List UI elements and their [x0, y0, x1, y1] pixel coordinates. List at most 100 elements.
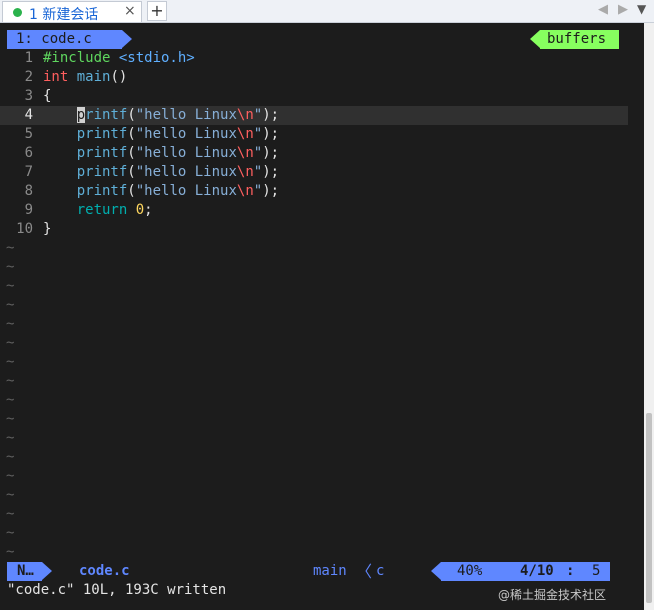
- scroll-tabs-left-icon[interactable]: ◀: [598, 2, 608, 17]
- status-position-block: 40% 4/10 : 5: [441, 562, 610, 581]
- empty-line-marker: ~: [6, 316, 15, 332]
- empty-line-marker: ~: [6, 525, 15, 541]
- session-tab[interactable]: 1 新建会话 ×: [2, 1, 142, 23]
- cursor-line[interactable]: 4 printf("hello Linux\n");: [0, 106, 628, 125]
- code-token: ": [253, 126, 263, 142]
- code-token: (): [110, 69, 128, 85]
- terminal-area[interactable]: 1: code.c buffers 1 #include <stdio.h> 2 in…: [0, 23, 654, 610]
- code-line[interactable]: 5 printf("hello Linux\n");: [0, 125, 628, 144]
- tab-menu-icon[interactable]: ▼: [637, 2, 646, 16]
- status-function-name: main: [313, 563, 347, 579]
- status-column: 5: [592, 563, 601, 579]
- code-token: }: [43, 221, 52, 237]
- line-number: 8: [24, 183, 33, 199]
- code-line[interactable]: 3{: [0, 87, 628, 106]
- code-token: (: [127, 145, 136, 161]
- code-token: );: [262, 164, 280, 180]
- line-text: {: [43, 87, 51, 106]
- status-file-name: code.c: [79, 563, 130, 579]
- status-line-position: 4/10: [520, 563, 554, 579]
- code-line[interactable]: 1 #include <stdio.h>: [0, 49, 628, 68]
- scroll-tabs-right-icon[interactable]: ▶: [618, 2, 628, 17]
- empty-line-marker: ~: [6, 297, 15, 313]
- mode-indicator: N…: [7, 562, 42, 581]
- line-text: }: [43, 220, 51, 239]
- empty-line: ~: [0, 296, 628, 315]
- code-token: ": [253, 145, 263, 161]
- line-number: 7: [24, 164, 33, 180]
- code-token: printf: [76, 164, 128, 180]
- empty-line-marker: ~: [6, 544, 15, 560]
- terminal-scrollbar[interactable]: [644, 23, 654, 610]
- line-number: 3: [24, 88, 33, 104]
- scrollbar-thumb[interactable]: [646, 413, 652, 603]
- code-token: int: [43, 69, 69, 85]
- code-token: "hello Linux: [135, 164, 237, 180]
- empty-line: ~: [0, 410, 628, 429]
- line-number: 6: [24, 145, 33, 161]
- code-line[interactable]: 6 printf("hello Linux\n");: [0, 144, 628, 163]
- code-token: printf: [76, 145, 128, 161]
- empty-line: ~: [0, 353, 628, 372]
- status-filetype: c: [376, 563, 385, 579]
- code-token: );: [262, 126, 280, 142]
- empty-line-marker: ~: [6, 278, 15, 294]
- line-text: printf("hello Linux\n");: [43, 182, 279, 201]
- vim-tabline: 1: code.c buffers: [0, 30, 628, 49]
- status-dot-icon: [13, 8, 22, 17]
- line-text: int main(): [43, 68, 127, 87]
- empty-line: ~: [0, 315, 628, 334]
- empty-line: ~: [0, 524, 628, 543]
- code-token: \n: [236, 164, 254, 180]
- code-line[interactable]: 9 return 0;: [0, 201, 628, 220]
- code-token: );: [262, 107, 280, 123]
- code-token: \n: [236, 107, 254, 123]
- line-number: 4: [24, 107, 33, 123]
- vim-statusline: N… code.c main 〈 c 40% 4/10 : 5: [0, 562, 628, 581]
- code-token: 0: [135, 202, 145, 218]
- vim-buffer-tab[interactable]: 1: code.c: [7, 30, 122, 49]
- code-token: ;: [144, 202, 153, 218]
- close-tab-icon[interactable]: ×: [124, 3, 136, 19]
- empty-line: ~: [0, 239, 628, 258]
- code-line[interactable]: 8 printf("hello Linux\n");: [0, 182, 628, 201]
- empty-line-marker: ~: [6, 354, 15, 370]
- new-tab-button[interactable]: +: [147, 1, 167, 21]
- code-token: ": [253, 183, 263, 199]
- code-token: return: [76, 202, 128, 218]
- code-token: (: [127, 183, 136, 199]
- code-token: main: [76, 69, 111, 85]
- mode-arrow-icon: [42, 562, 52, 580]
- line-text: return 0;: [43, 201, 153, 220]
- line-text: printf("hello Linux\n");: [43, 163, 279, 182]
- code-editor[interactable]: 1 #include <stdio.h> 2 int main() 3{4 printf…: [0, 49, 628, 562]
- line-text: printf("hello Linux\n");: [43, 125, 279, 144]
- code-line[interactable]: 2 int main(): [0, 68, 628, 87]
- line-text: printf("hello Linux\n");: [43, 106, 279, 125]
- empty-line: ~: [0, 277, 628, 296]
- code-token: (: [127, 164, 136, 180]
- code-line[interactable]: 7 printf("hello Linux\n");: [0, 163, 628, 182]
- empty-line-marker: ~: [6, 373, 15, 389]
- code-token: printf: [76, 183, 128, 199]
- empty-line: ~: [0, 334, 628, 353]
- empty-line-marker: ~: [6, 259, 15, 275]
- code-line[interactable]: 10}: [0, 220, 628, 239]
- empty-line-marker: ~: [6, 392, 15, 408]
- code-token: \n: [236, 183, 254, 199]
- code-token: rintf: [85, 107, 128, 123]
- code-token: \n: [236, 145, 254, 161]
- code-token: );: [262, 145, 280, 161]
- buffers-label: buffers: [540, 30, 619, 49]
- code-token: (: [127, 107, 136, 123]
- code-token: (: [127, 126, 136, 142]
- code-token: <stdio.h>: [118, 50, 195, 66]
- code-token: );: [262, 183, 280, 199]
- status-percent: 40%: [457, 563, 483, 579]
